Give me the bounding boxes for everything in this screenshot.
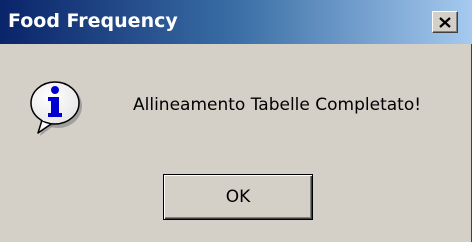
title-bar[interactable]: Food Frequency bbox=[0, 0, 472, 44]
ok-button[interactable]: OK bbox=[163, 174, 313, 220]
message-text: Allineamento Tabelle Completato! bbox=[133, 95, 422, 115]
close-icon bbox=[439, 16, 451, 28]
message-dialog: Food Frequency Allineamento Tabelle Comp… bbox=[0, 0, 472, 242]
close-button[interactable] bbox=[432, 11, 458, 33]
info-icon bbox=[28, 78, 84, 138]
window-title: Food Frequency bbox=[8, 10, 178, 32]
ok-button-label: OK bbox=[225, 187, 251, 207]
